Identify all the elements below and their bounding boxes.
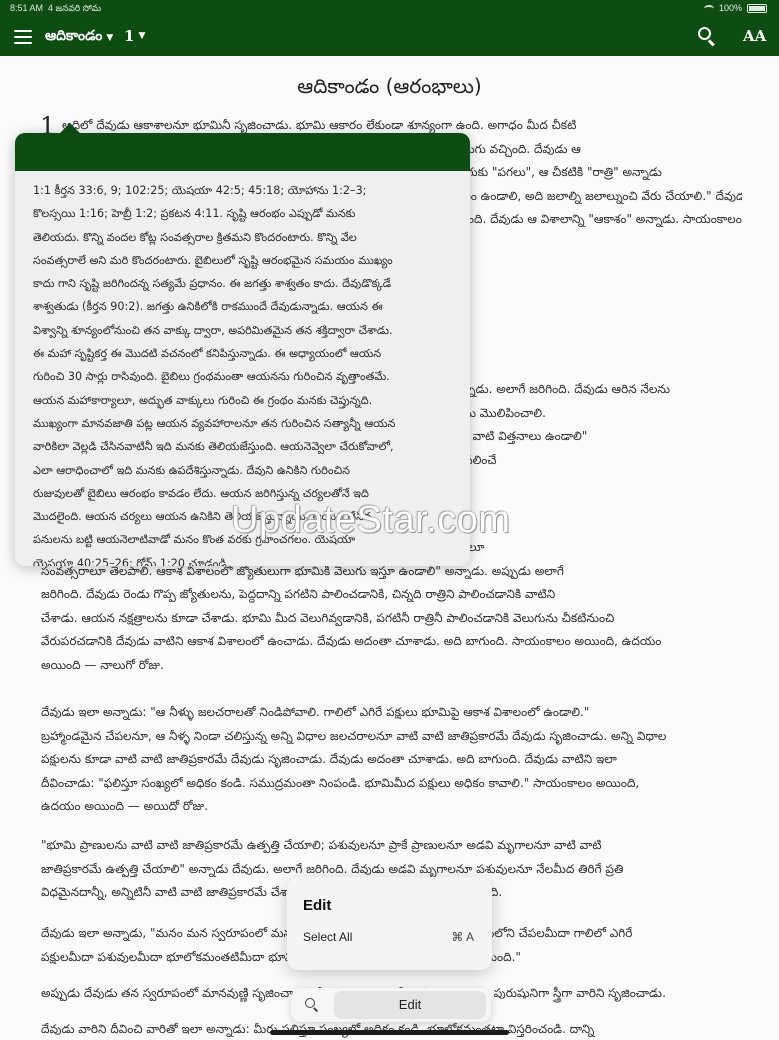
edit-button[interactable]: Edit (334, 991, 486, 1019)
footnote-line: సంవత్సరాలే అని మరి కొందరంటారు. బైబిలులో … (33, 253, 393, 267)
status-indicators: 100% (703, 3, 767, 13)
edit-menu-title: Edit (303, 897, 332, 914)
edit-toolbar: Edit (291, 988, 491, 1022)
status-date: 4 జనవరి సోమ (48, 3, 102, 13)
chevron-down-icon: ▼ (138, 31, 146, 41)
verse-line: అయింది — నాలుగో రోజు. (41, 657, 164, 672)
footnote-line: ఆయన మహాకార్యాలూ, అద్భుత వాక్కులు గురించి… (33, 393, 373, 407)
select-all-menu-item[interactable]: Select All (303, 930, 352, 944)
verse-line: పక్షులను కూడా వాటి వాటి జాతిప్రకారమే దేవ… (41, 752, 617, 766)
book-selector[interactable]: ఆదికాండం ▼ (45, 28, 113, 47)
search-icon[interactable] (697, 26, 719, 48)
font-size-button[interactable]: AA (743, 27, 766, 45)
verse-line: దేవుడు ఇలా అన్నాడు: "ఆ నీళ్ళు జలచరాలతో న… (41, 705, 590, 719)
footnote-line: ముఖ్యంగా మానవజాతి పట్ల ఆయన వ్యవహారాలనూ త… (33, 416, 396, 430)
footnote-line: వారికిలా వెల్లడి చేసినవాటినీ ఇది మనకు తె… (33, 440, 394, 454)
footnote-line: కొలస్సయి 1:16; హెబ్రీ 1:2; ప్రకటన 4:11. … (33, 207, 356, 221)
footnote-line: 1:1 కీర్తన 33:6, 9; 102:25; యెషయా 42:5; … (33, 184, 367, 197)
verse-paragraph[interactable]: దేవుడు ఇలా అన్నాడు: "ఆ నీళ్ళు జలచరాలతో న… (41, 701, 742, 819)
battery-percent: 100% (718, 3, 742, 13)
footnote-line: యెషయా 40:25–26; రోమ్ 1:20 చూడండి. (33, 556, 231, 566)
status-bar: 8:51 AM 4 జనవరి సోమ 100% (0, 0, 779, 17)
watermark-text: UpdateStar.com (231, 499, 511, 541)
chapter-selector[interactable]: 1 ▼ (124, 27, 145, 45)
popover-header (15, 133, 470, 171)
footnote-line: ఎలా ఆరాధించాలో ఇది మనకు ఉపదేశిస్తున్నాడు… (33, 463, 350, 477)
chapter-number: 1 (124, 27, 135, 45)
verse-line: దీవించాడు: "ఫలిస్తూ సంఖ్యలో అధికం కండి. … (41, 775, 640, 790)
footnote-line: శాశ్వతుడు (కీర్తన 90:2). జగత్తు ఉనికిలోక… (33, 300, 383, 314)
home-indicator[interactable] (270, 1030, 509, 1035)
footnote-line: ఈ మహా సృష్టికర్త ఈ మొదటి వచనంలో కనిపిస్త… (33, 347, 382, 361)
book-name: ఆదికాండం (45, 28, 103, 44)
verse-line: "భూమి ప్రాణులను వాటి వాటి జాతిప్రకారమే ఉ… (41, 838, 602, 852)
chevron-down-icon: ▼ (106, 32, 114, 43)
footnote-line: తెలియదు. కొన్ని వందల కోట్ల సంవత్సరాల క్ర… (33, 230, 357, 244)
search-icon[interactable] (305, 998, 319, 1012)
verse-line: చేశాడు. ఆయన నక్షత్రాలను కూడా చేశాడు. భూమ… (41, 610, 615, 625)
status-time: 8:51 AM 4 జనవరి సోమ (10, 3, 102, 13)
verse-line: జరిగింది. దేవుడు రెండు గొప్ప జ్యోతులను, … (41, 587, 556, 601)
battery-icon (747, 3, 767, 13)
verse-line: బ్రహ్మాండమైన చేపలనూ, ఆ నీళ్ళ నిండా చలిస్… (41, 728, 667, 743)
select-all-shortcut: ⌘ A (451, 930, 474, 944)
verse-line: ఉదయం అయింది — అయిదో రోజు. (41, 799, 208, 813)
verse-line: వేరుపరచడానికి దేవుడు వాటిని ఆకాశ విశాలంల… (41, 634, 662, 648)
footnote-line: విశ్వాన్ని శూన్యంలోనుంచి తన వాక్కు ద్వార… (33, 323, 393, 337)
page-title: ఆదికాండం (ఆరంభాలు) (297, 74, 482, 98)
footnote-line: కాదు గాని సృష్టి జరిగిందన్న సత్యమే ప్రధా… (33, 277, 392, 291)
top-navigation-bar: ఆదికాండం ▼ 1 ▼ AA (0, 17, 779, 56)
footnote-line: గురించి 30 సార్లు రాసివుంది. బైబిలు గ్రం… (33, 370, 390, 384)
edit-menu: Edit Select All ⌘ A (287, 877, 492, 970)
menu-icon[interactable] (14, 30, 32, 44)
wifi-icon (703, 4, 714, 12)
